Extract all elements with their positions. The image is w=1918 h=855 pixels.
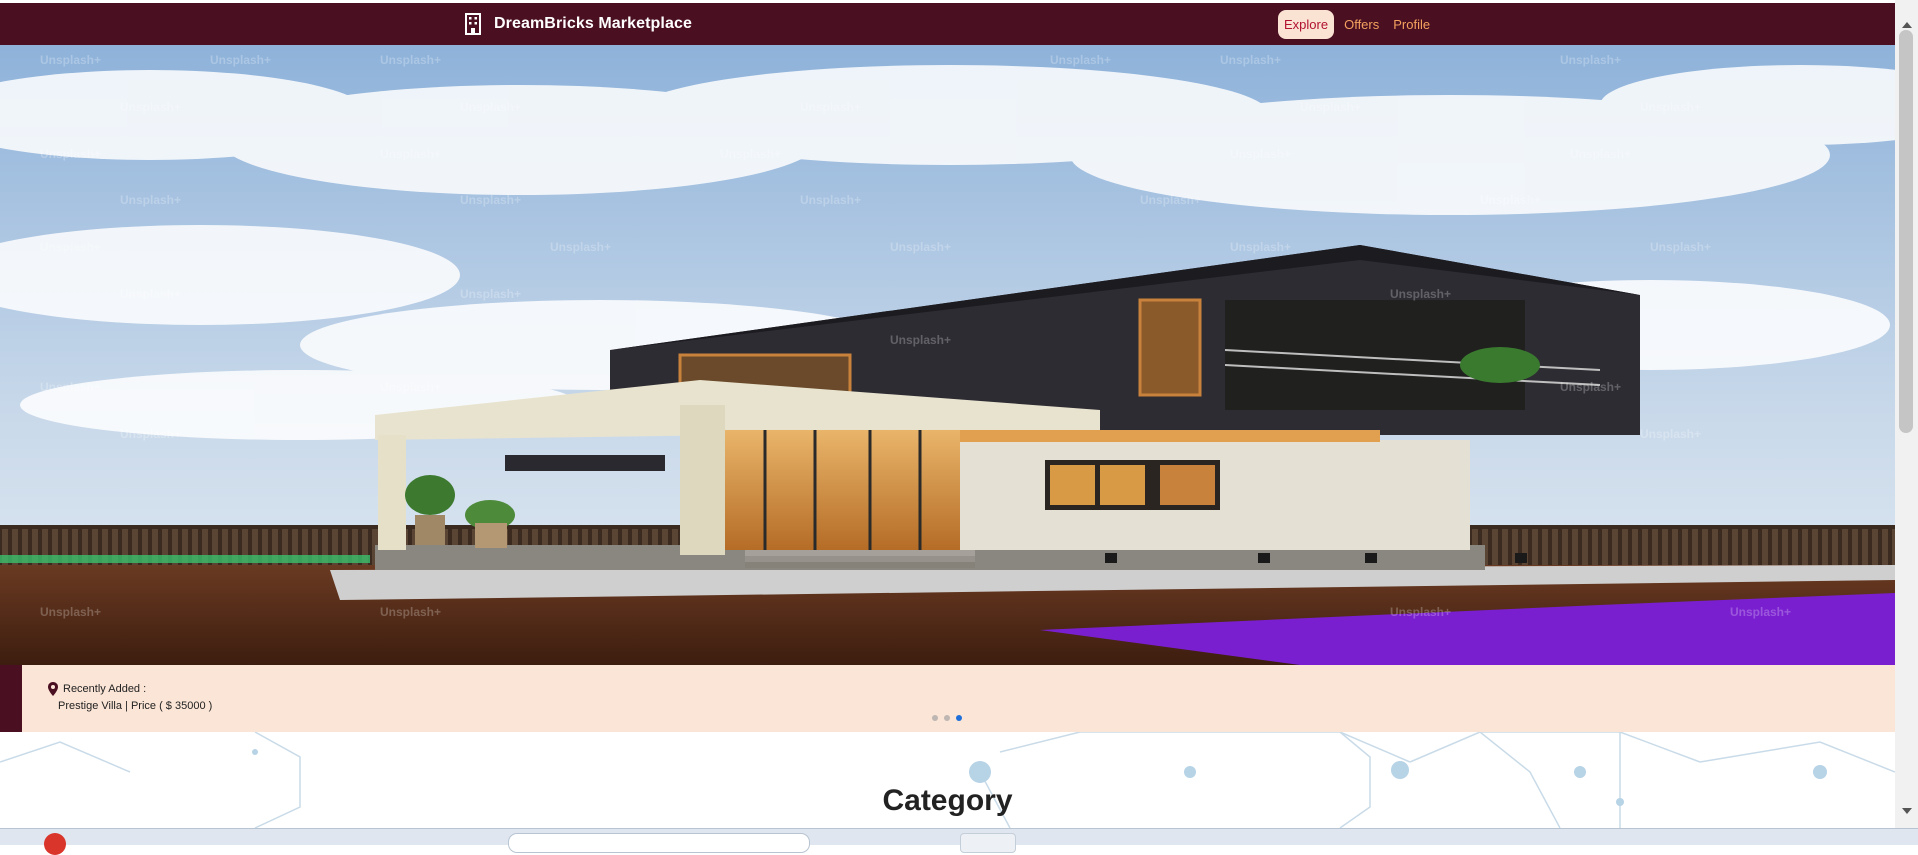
- caption-accent: [0, 665, 22, 732]
- caption-detail: Prestige Villa | Price ( $ 35000 ): [58, 700, 213, 712]
- scroll-up-arrow-icon[interactable]: [1902, 22, 1912, 28]
- start-button-icon[interactable]: [44, 833, 66, 855]
- navbar: DreamBricks Marketplace Explore Offers P…: [0, 3, 1895, 45]
- taskbar-app-button[interactable]: [960, 833, 1016, 853]
- scroll-down-arrow-icon[interactable]: [1902, 808, 1912, 814]
- nav-explore[interactable]: Explore: [1278, 10, 1335, 39]
- carousel-dot-2[interactable]: [944, 715, 950, 721]
- building-icon: [465, 13, 481, 35]
- brand-name: DreamBricks Marketplace: [494, 15, 692, 32]
- caption-label: Recently Added :: [63, 683, 147, 695]
- category-section: Category: [0, 732, 1895, 828]
- scrollbar-thumb[interactable]: [1899, 30, 1913, 433]
- hero-image: [0, 45, 1895, 665]
- brand[interactable]: DreamBricks Marketplace: [464, 11, 692, 37]
- os-taskbar: [0, 828, 1918, 855]
- carousel-caption: Recently Added : Prestige Villa | Price …: [0, 665, 1895, 732]
- nav-offers[interactable]: Offers: [1340, 11, 1383, 38]
- carousel-dot-3[interactable]: [956, 715, 962, 721]
- caption-label-row: Recently Added :: [48, 682, 146, 696]
- taskbar-search-box[interactable]: [508, 833, 810, 853]
- page-scrollbar[interactable]: [1895, 0, 1918, 828]
- hero-carousel[interactable]: Unsplash+ Unsplash+ Unsplash+ Unsplash+ …: [0, 45, 1895, 665]
- carousel-indicators: [932, 715, 962, 721]
- map-pin-icon: [48, 682, 58, 696]
- category-title: Category: [882, 784, 1013, 817]
- nav-profile[interactable]: Profile: [1389, 11, 1434, 38]
- carousel-dot-1[interactable]: [932, 715, 938, 721]
- nav-links: Explore Offers Profile: [1278, 10, 1434, 39]
